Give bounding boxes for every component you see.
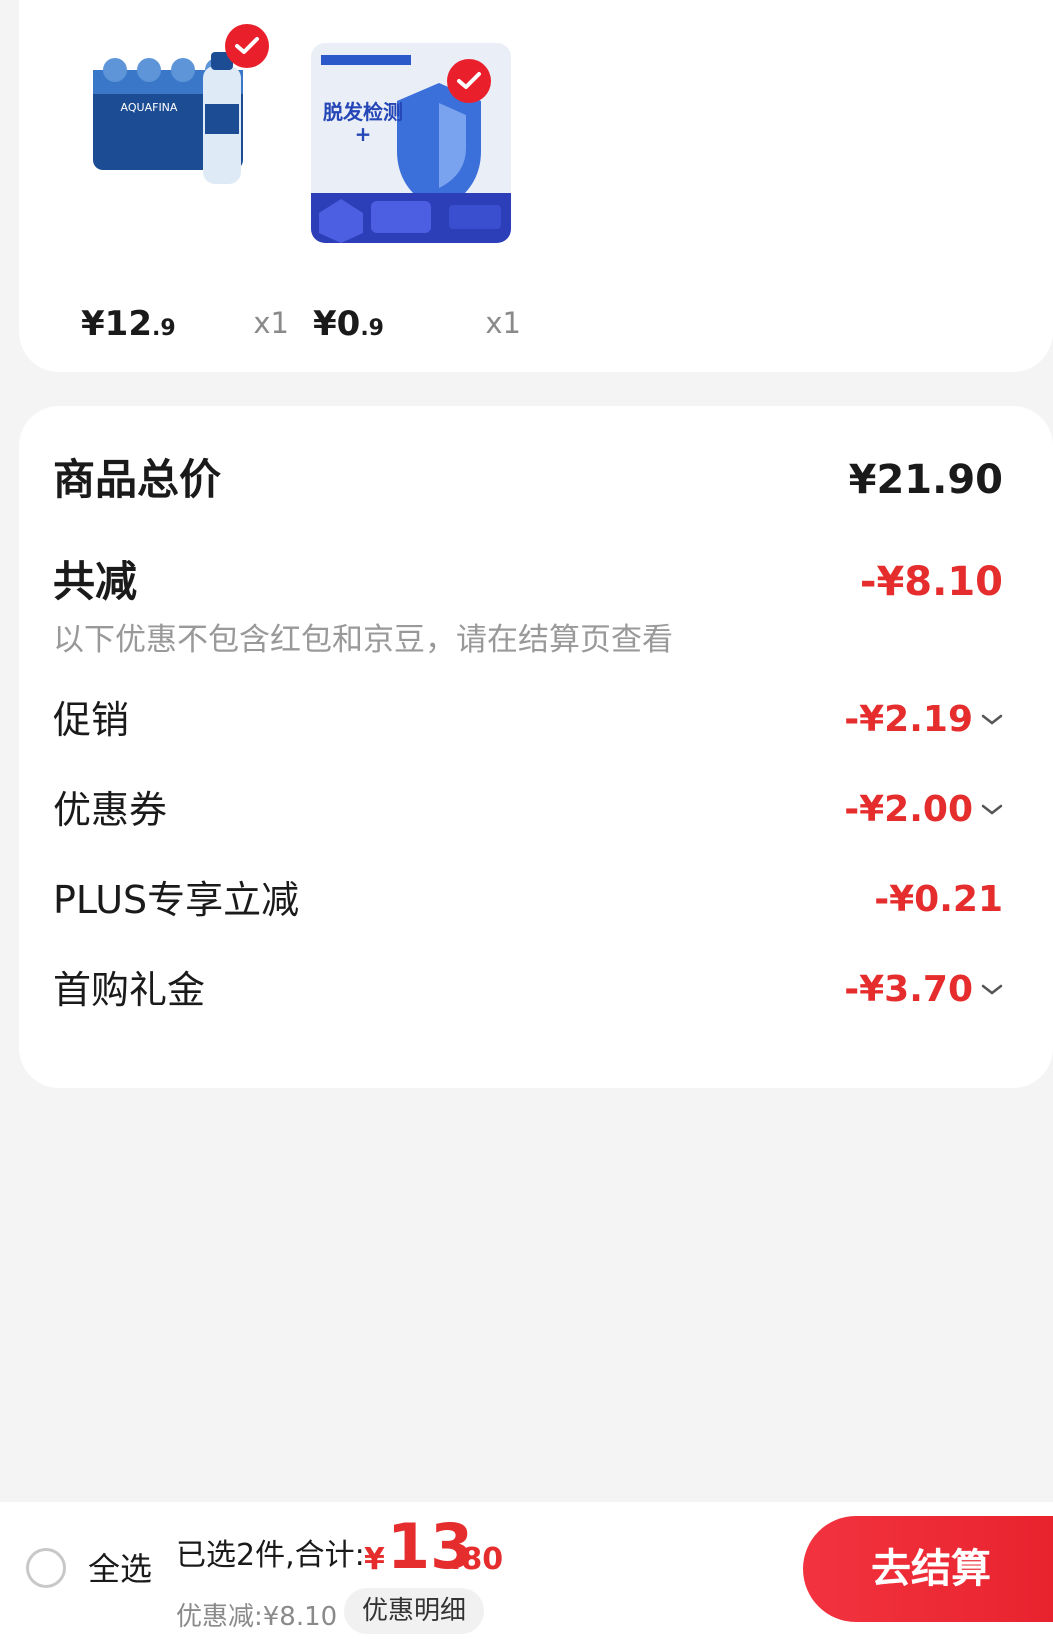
checkout-bar: 全选 已选2件,合计: ¥ 13 .80 优惠减:¥8.10 优惠明细 去结算 — [0, 1502, 1053, 1639]
product-image-label: AQUAFINA — [121, 101, 178, 114]
total-price-row: 商品总价 ¥21.90 — [53, 450, 1003, 510]
total-reduce-value: -¥8.10 — [859, 559, 1003, 605]
svg-text:+: + — [355, 122, 372, 146]
chevron-down-icon[interactable] — [981, 804, 1003, 816]
discount-value: -¥3.70 — [844, 960, 1003, 1020]
discount-label: 首购礼金 — [53, 968, 206, 1012]
selected-count-text: 已选2件,合计: — [176, 1538, 365, 1573]
discount-row-coupon[interactable]: 优惠券 -¥2.00 — [53, 780, 1003, 840]
checked-icon[interactable] — [225, 24, 269, 68]
total-reduce-label: 共减 — [53, 557, 138, 606]
discount-value: -¥0.21 — [874, 879, 1003, 920]
price-summary-card: 商品总价 ¥21.90 共减 -¥8.10 以下优惠不包含红包和京豆，请在结算页… — [19, 406, 1053, 1088]
chevron-down-icon[interactable] — [981, 984, 1003, 996]
checkout-button[interactable]: 去结算 — [803, 1516, 1053, 1622]
total-currency: ¥ — [364, 1542, 385, 1577]
discount-label: 优惠券 — [53, 788, 168, 832]
discount-value: -¥2.00 — [844, 780, 1003, 840]
discount-row-promotion[interactable]: 促销 -¥2.19 — [53, 690, 1003, 750]
price-row: ¥0.9 x1 — [311, 298, 521, 348]
product-quantity: x1 — [485, 306, 521, 340]
product-price: ¥0.9 — [313, 304, 384, 344]
product-quantity: x1 — [253, 306, 289, 340]
total-reduce-row: 共减 -¥8.10 — [53, 552, 1003, 612]
discount-row-plus: PLUS专享立减 -¥0.21 — [53, 870, 1003, 930]
discount-label: 促销 — [53, 698, 130, 742]
product-image-label: 脱发检测 — [323, 100, 403, 124]
select-all-radio[interactable] — [26, 1548, 66, 1588]
total-amount-decimal: .80 — [450, 1542, 504, 1577]
discount-label: PLUS专享立减 — [53, 878, 300, 922]
discount-value: -¥2.19 — [844, 690, 1003, 750]
total-price-value: ¥21.90 — [848, 457, 1003, 503]
discount-note: 以下优惠不包含红包和京豆，请在结算页查看 — [53, 622, 673, 658]
total-price-label: 商品总价 — [53, 455, 222, 504]
discount-row-first-purchase[interactable]: 首购礼金 -¥3.70 — [53, 960, 1003, 1020]
select-all-label[interactable]: 全选 — [88, 1548, 152, 1590]
chevron-down-icon[interactable] — [981, 714, 1003, 726]
discount-detail-button[interactable]: 优惠明细 — [344, 1588, 484, 1634]
price-row: ¥12.9 x1 — [79, 298, 289, 348]
product-card: AQUAFINA ¥12.9 x1 脱发检测 + ¥0.9 x1 — [19, 0, 1053, 372]
product-price: ¥12.9 — [81, 304, 176, 344]
checked-icon[interactable] — [447, 59, 491, 103]
discount-summary: 优惠减:¥8.10 — [176, 1602, 338, 1632]
